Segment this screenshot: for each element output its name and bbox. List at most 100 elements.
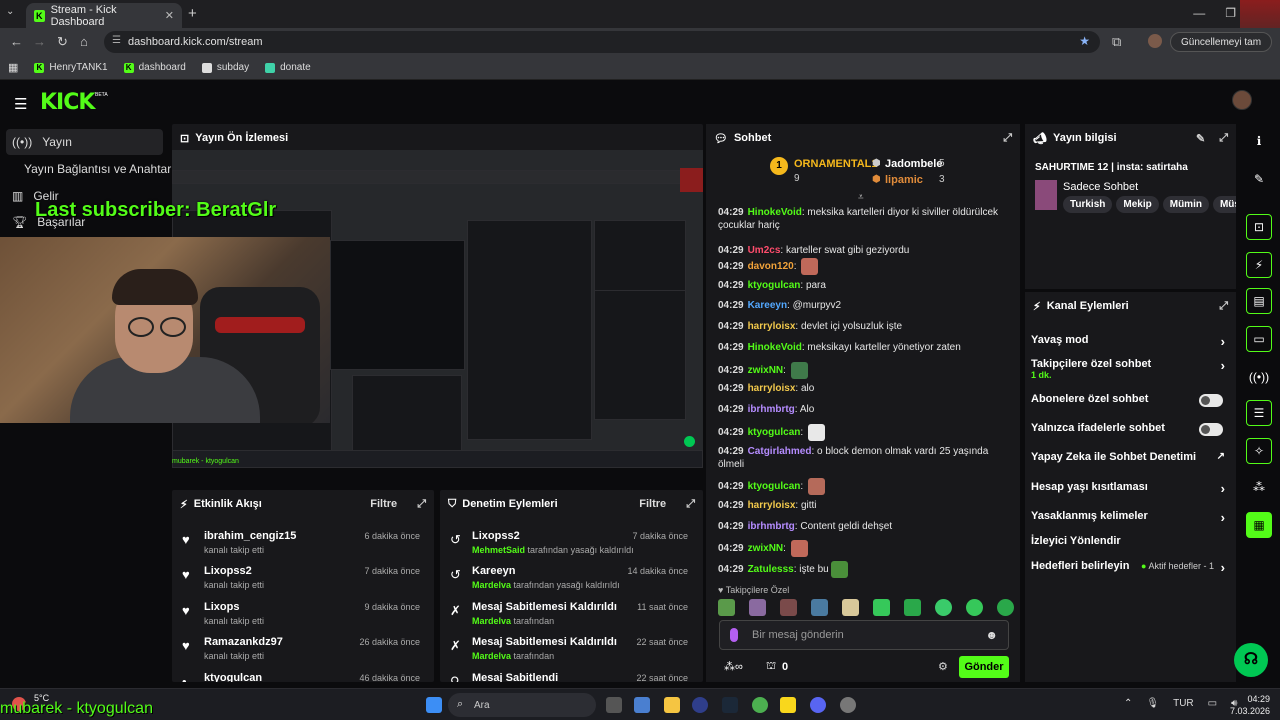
chrome-icon[interactable] <box>752 697 768 713</box>
message-user[interactable]: davon120 <box>748 261 794 272</box>
taskbar-search[interactable]: ⌕ Ara <box>448 693 596 717</box>
popout-icon[interactable]: ⤢ <box>1219 300 1228 313</box>
emote-icon[interactable] <box>807 424 825 441</box>
expand-icon[interactable]: ⤢ <box>686 498 695 511</box>
message-user[interactable]: Catgirlahmed <box>748 446 812 457</box>
preview-toggle-icon[interactable]: ⊡ <box>1246 214 1272 240</box>
back-icon[interactable]: ← <box>10 34 23 49</box>
feed-user[interactable]: ibrahim_cengiz15 <box>204 530 296 542</box>
task-view-icon[interactable] <box>606 697 622 713</box>
mod-by[interactable]: Mardelva <box>472 580 511 590</box>
message-user[interactable]: ibrhmbrtg <box>748 521 795 532</box>
mic-icon[interactable] <box>730 628 738 642</box>
tag[interactable]: Mümin <box>1162 196 1209 213</box>
popout-icon[interactable]: ⤢ <box>1003 132 1012 145</box>
message-user[interactable]: Um2cs <box>748 245 781 256</box>
mod-target[interactable]: Lixopss2 <box>472 530 520 542</box>
emote-icon[interactable] <box>935 599 952 616</box>
group-icon[interactable]: ⁂ <box>1246 474 1272 500</box>
viewer-redirect-row[interactable]: İzleyici Yönlendir <box>1031 535 1231 547</box>
steam-icon[interactable] <box>722 697 738 713</box>
popout-icon[interactable]: ⤢ <box>1219 132 1228 145</box>
tag[interactable]: Turkish <box>1063 196 1113 213</box>
emote-icon[interactable] <box>790 540 808 557</box>
activity-filter-button[interactable]: Filtre <box>370 498 397 510</box>
banned-words-row[interactable]: Yasaklanmış kelimeler › <box>1031 510 1231 525</box>
leader-2-name[interactable]: Jadombele <box>885 158 942 170</box>
reload-icon[interactable]: ↻ <box>57 34 68 50</box>
leader-3-name[interactable]: lipamic <box>885 174 923 186</box>
emote-icon[interactable] <box>780 599 797 616</box>
tag[interactable]: Mekip <box>1116 196 1159 213</box>
message-user[interactable]: ibrhmbrtg <box>748 404 795 415</box>
wrench-icon[interactable]: ✧ <box>1246 438 1272 464</box>
emote-icon[interactable] <box>811 599 828 616</box>
emote-icon[interactable] <box>904 599 921 616</box>
edit-icon[interactable]: ✎ <box>1246 166 1272 192</box>
emote-icon[interactable] <box>790 362 808 379</box>
menu-icon[interactable]: ☰ <box>14 95 27 113</box>
emote-icon[interactable] <box>801 258 819 275</box>
profile-avatar[interactable] <box>1148 34 1162 48</box>
discord-icon[interactable] <box>810 697 826 713</box>
subscribers-only-toggle[interactable] <box>1199 394 1223 407</box>
browser-tab[interactable]: K Stream - Kick Dashboard ✕ <box>26 3 182 28</box>
close-tab-icon[interactable]: ✕ <box>165 9 174 22</box>
emote-icon[interactable] <box>718 599 735 616</box>
bookmark-dashboard[interactable]: Kdashboard <box>123 62 186 73</box>
emote-icon[interactable] <box>842 599 859 616</box>
clock[interactable]: 04:29 7.03.2026 <box>1230 693 1270 717</box>
account-age-row[interactable]: Hesap yaşı kısıtlaması › <box>1031 481 1231 496</box>
message-user[interactable]: harryloisx <box>748 321 796 332</box>
message-user[interactable]: ktyogulcan <box>748 427 801 438</box>
chat-input[interactable]: Bir mesaj gönderin ☻ <box>719 620 1009 650</box>
message-user[interactable]: HinokeVoid <box>748 342 802 353</box>
bookmark-star-icon[interactable]: ★ <box>1079 34 1090 48</box>
message-user[interactable]: harryloisx <box>748 500 796 511</box>
message-user[interactable]: harryloisx <box>748 383 796 394</box>
moderation-filter-button[interactable]: Filtre <box>639 498 666 510</box>
message-user[interactable]: HinokeVoid <box>748 207 802 218</box>
mod-by[interactable]: Mardelva <box>472 651 511 661</box>
mic-icon[interactable]: 🎙︎ <box>1146 698 1159 709</box>
update-button[interactable]: Güncellemeyi tam <box>1170 32 1273 52</box>
expand-icon[interactable]: ⤢ <box>417 498 426 511</box>
document-icon[interactable]: ▤ <box>1246 288 1272 314</box>
broadcast-icon[interactable]: ((•)) <box>1246 364 1272 390</box>
slow-mode-row[interactable]: Yavaş mod › <box>1031 334 1231 349</box>
bookmark-henrytank[interactable]: K HenryTANK1 <box>34 62 108 73</box>
emote-icon[interactable] <box>997 599 1014 616</box>
message-user[interactable]: ktyogulcan <box>748 481 801 492</box>
network-icon[interactable]: ▭ <box>1208 698 1217 709</box>
message-user[interactable]: Kareeyn <box>748 300 787 311</box>
mod-by[interactable]: MehmetSaid <box>472 545 525 555</box>
extensions-icon[interactable]: ⧉ <box>1112 34 1121 50</box>
tag[interactable]: Müs <box>1212 196 1236 213</box>
mod-target[interactable]: Kareeyn <box>472 565 515 577</box>
feed-user[interactable]: Lixops <box>204 601 239 613</box>
emotes-only-toggle[interactable] <box>1199 423 1223 436</box>
emote-icon[interactable] <box>873 599 890 616</box>
category-name[interactable]: Sadece Sohbet <box>1063 181 1138 193</box>
send-button[interactable]: Gönder <box>959 656 1009 678</box>
leader-1-name[interactable]: ORNAMENTAL1 <box>794 158 878 170</box>
tab-search-icon[interactable]: ⌄ <box>6 6 14 17</box>
chevron-up-icon[interactable]: ⌃ <box>1124 698 1132 709</box>
bookmark-subday[interactable]: subday <box>201 62 249 73</box>
message-user[interactable]: zwixNN <box>748 543 784 554</box>
message-user[interactable]: Zatulesss <box>748 564 794 575</box>
forward-icon[interactable]: → <box>33 34 46 49</box>
sidebar-item-yayin[interactable]: ((•)) Yayın <box>6 129 163 155</box>
user-avatar[interactable] <box>1232 90 1252 110</box>
site-settings-icon[interactable]: ☰ <box>112 35 121 46</box>
home-icon[interactable]: ⌂ <box>80 34 88 49</box>
url-input[interactable]: ☰ dashboard.kick.com/stream ★ <box>104 31 1100 53</box>
add-widget-icon[interactable]: ▦ <box>1246 512 1272 538</box>
file-explorer-icon[interactable] <box>664 697 680 713</box>
notes-icon[interactable] <box>780 697 796 713</box>
obs-icon[interactable] <box>840 697 856 713</box>
message-user[interactable]: ktyogulcan <box>748 280 801 291</box>
message-user[interactable]: zwixNN <box>748 365 784 376</box>
feed-user[interactable]: Lixopss2 <box>204 565 252 577</box>
new-tab-icon[interactable]: + <box>188 5 197 22</box>
